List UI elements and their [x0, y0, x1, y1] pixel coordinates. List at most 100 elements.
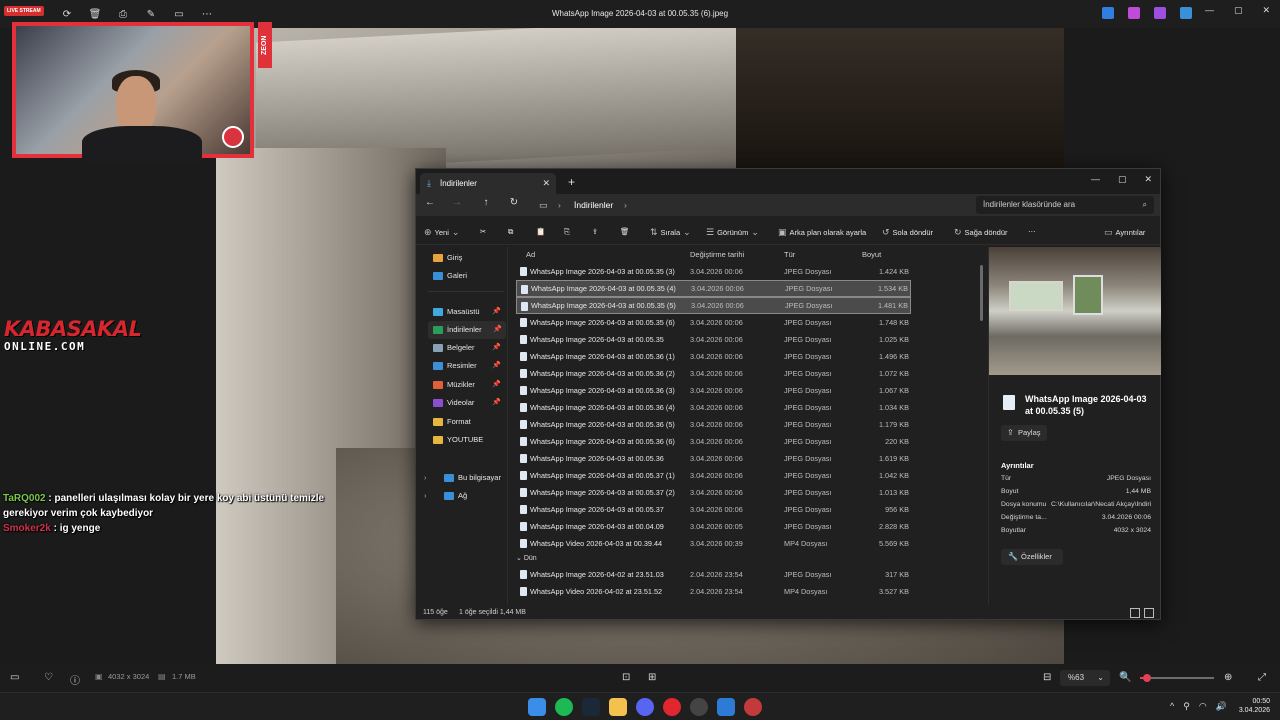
file-row[interactable]: WhatsApp Image 2026-04-03 at 00.05.36 (5…: [516, 416, 911, 433]
file-row[interactable]: WhatsApp Image 2026-04-03 at 00.05.36 3.0…: [516, 450, 911, 467]
edit-icon[interactable]: ✎: [144, 7, 158, 21]
pin-icon[interactable]: 📌: [492, 394, 501, 412]
sidebar-item[interactable]: Galeri: [433, 267, 505, 285]
wifi-icon[interactable]: ◠: [1199, 701, 1207, 712]
rotate-right-button[interactable]: ↻ Sağa döndür: [954, 227, 1008, 238]
paste-icon[interactable]: 📋: [536, 227, 545, 236]
spotify-icon[interactable]: [555, 698, 573, 716]
breadcrumb[interactable]: İndirilenler: [574, 200, 613, 210]
zoom-in-icon[interactable]: ⊕: [1224, 672, 1232, 683]
zoom-select[interactable]: %63 ⌄: [1060, 670, 1110, 686]
file-row[interactable]: WhatsApp Image 2026-04-02 at 23.51.03 2.0…: [516, 566, 911, 583]
close-icon[interactable]: ✕: [1144, 171, 1152, 187]
sidebar-item[interactable]: Format: [433, 413, 505, 431]
file-row[interactable]: WhatsApp Image 2026-04-03 at 00.05.35 3.0…: [516, 331, 911, 348]
file-explorer-icon[interactable]: [609, 698, 627, 716]
details-button[interactable]: ▭ Ayrıntılar: [1104, 227, 1145, 238]
favorite-icon[interactable]: ♡: [44, 672, 53, 683]
pin-icon[interactable]: 📌: [492, 339, 501, 357]
sidebar-item[interactable]: Belgeler 📌: [433, 339, 505, 357]
chevron-down-icon[interactable]: ⌄: [516, 555, 524, 562]
column-date[interactable]: Değiştirme tarihi: [690, 250, 744, 259]
file-row[interactable]: WhatsApp Image 2026-04-03 at 00.05.35 (3…: [516, 263, 911, 280]
rotate-left-button[interactable]: ↺ Sola döndür: [882, 227, 933, 238]
delete-icon[interactable]: 🗑: [88, 7, 102, 21]
file-row[interactable]: WhatsApp Image 2026-04-03 at 00.05.35 (5…: [516, 297, 911, 314]
windows-start-icon[interactable]: [528, 698, 546, 716]
file-row[interactable]: WhatsApp Image 2026-04-03 at 00.05.36 (2…: [516, 365, 911, 382]
file-row[interactable]: WhatsApp Image 2026-04-03 at 00.04.09 3.0…: [516, 518, 911, 535]
steam-icon[interactable]: [582, 698, 600, 716]
share-button[interactable]: ⇪ Paylaş: [1001, 425, 1047, 441]
file-row[interactable]: WhatsApp Video 2026-04-03 at 00.39.44 3.0…: [516, 535, 911, 552]
file-row[interactable]: WhatsApp Image 2026-04-03 at 00.05.36 (4…: [516, 399, 911, 416]
column-name[interactable]: Ad: [526, 250, 535, 259]
cut-icon[interactable]: ✂: [480, 227, 486, 236]
column-type[interactable]: Tür: [784, 250, 795, 259]
search-input[interactable]: İndirilenler klasöründe ara ⌕: [976, 196, 1154, 214]
forward-icon[interactable]: →: [449, 197, 465, 208]
address-bar[interactable]: ▭ › İndirilenler ›: [534, 195, 970, 215]
file-row[interactable]: WhatsApp Image 2026-04-03 at 00.05.36 (3…: [516, 382, 911, 399]
file-row[interactable]: WhatsApp Image 2026-04-03 at 00.05.36 (6…: [516, 433, 911, 450]
properties-button[interactable]: 🔧 Özellikler: [1001, 549, 1063, 565]
app-icon-2[interactable]: [1128, 7, 1140, 19]
maximize-icon[interactable]: ▢: [1118, 171, 1127, 187]
expand-icon[interactable]: ⤢: [1258, 672, 1266, 683]
print-icon[interactable]: ⎙: [116, 7, 130, 21]
pin-icon[interactable]: 📌: [492, 357, 501, 375]
discord-icon[interactable]: [636, 698, 654, 716]
file-row[interactable]: WhatsApp Image 2026-04-03 at 00.05.35 (6…: [516, 314, 911, 331]
location-icon[interactable]: ⚲: [1183, 701, 1190, 712]
sidebar-item[interactable]: › Ağ: [424, 487, 516, 505]
chevron-right-icon[interactable]: ›: [424, 469, 427, 487]
group-header-yesterday[interactable]: ⌄ Dün: [516, 554, 537, 562]
rename-icon[interactable]: ⎘: [564, 227, 570, 237]
sidebar-item[interactable]: › Bu bilgisayar: [424, 469, 516, 487]
filmstrip-icon[interactable]: ▭: [10, 672, 19, 683]
new-button[interactable]: ⊕ Yeni ⌄: [424, 227, 459, 238]
sidebar-item[interactable]: YOUTUBE: [433, 431, 505, 449]
app-icon-1[interactable]: [1102, 7, 1114, 19]
info-icon[interactable]: ⓘ: [70, 672, 80, 687]
sidebar-item[interactable]: Müzikler 📌: [433, 376, 505, 394]
scrollbar[interactable]: [980, 265, 983, 321]
fit-icon[interactable]: ⊞: [648, 672, 656, 683]
sort-button[interactable]: ⇅ Sırala ⌄: [650, 227, 691, 238]
more-icon[interactable]: ⋯: [1028, 227, 1036, 236]
more-icon[interactable]: ⋯: [200, 7, 214, 21]
sidebar-item[interactable]: Resimler 📌: [433, 357, 505, 375]
minimize-icon[interactable]: —: [1091, 171, 1100, 187]
opera-icon[interactable]: [663, 698, 681, 716]
zoom-slider-thumb[interactable]: [1143, 674, 1152, 682]
clock[interactable]: 00:50 3.04.2026: [1239, 697, 1270, 715]
close-tab-icon[interactable]: ✕: [542, 173, 550, 194]
tab-downloads[interactable]: ⤓ İndirilenler ✕: [420, 173, 556, 194]
zoom-slider[interactable]: [1140, 674, 1214, 682]
volume-icon[interactable]: 🔊: [1216, 701, 1227, 712]
view-button[interactable]: ☰ Görünüm ⌄: [706, 227, 759, 238]
rotate-icon[interactable]: ⟳: [60, 7, 74, 21]
cloud-icon[interactable]: [1180, 7, 1192, 19]
set-background-button[interactable]: ▣ Arka plan olarak ayarla: [778, 227, 866, 238]
sidebar-item[interactable]: Giriş: [433, 249, 505, 267]
file-row[interactable]: WhatsApp Image 2026-04-03 at 00.05.36 (1…: [516, 348, 911, 365]
zoom-out-icon[interactable]: 🔍: [1119, 672, 1131, 683]
chatgpt-icon[interactable]: [690, 698, 708, 716]
copy-icon[interactable]: ⧉: [508, 227, 513, 237]
app-icon-3[interactable]: [1154, 7, 1166, 19]
sidebar-item[interactable]: Videolar 📌: [433, 394, 505, 412]
back-icon[interactable]: ←: [422, 197, 438, 208]
new-tab-icon[interactable]: +: [568, 173, 575, 191]
column-size[interactable]: Boyut: [862, 250, 881, 259]
chevron-up-icon[interactable]: ^: [1170, 701, 1174, 712]
refresh-icon[interactable]: ↻: [506, 197, 522, 208]
media-player-icon[interactable]: [744, 698, 762, 716]
sidebar-item[interactable]: Masaüstü 📌: [433, 303, 505, 321]
file-row[interactable]: WhatsApp Image 2026-04-03 at 00.05.37 3.0…: [516, 501, 911, 518]
minimize-icon[interactable]: —: [1205, 5, 1214, 16]
file-row[interactable]: WhatsApp Image 2026-04-03 at 00.05.37 (2…: [516, 484, 911, 501]
delete-icon[interactable]: 🗑: [620, 227, 630, 236]
details-view-icon[interactable]: [1130, 608, 1140, 618]
tiles-view-icon[interactable]: [1144, 608, 1154, 618]
